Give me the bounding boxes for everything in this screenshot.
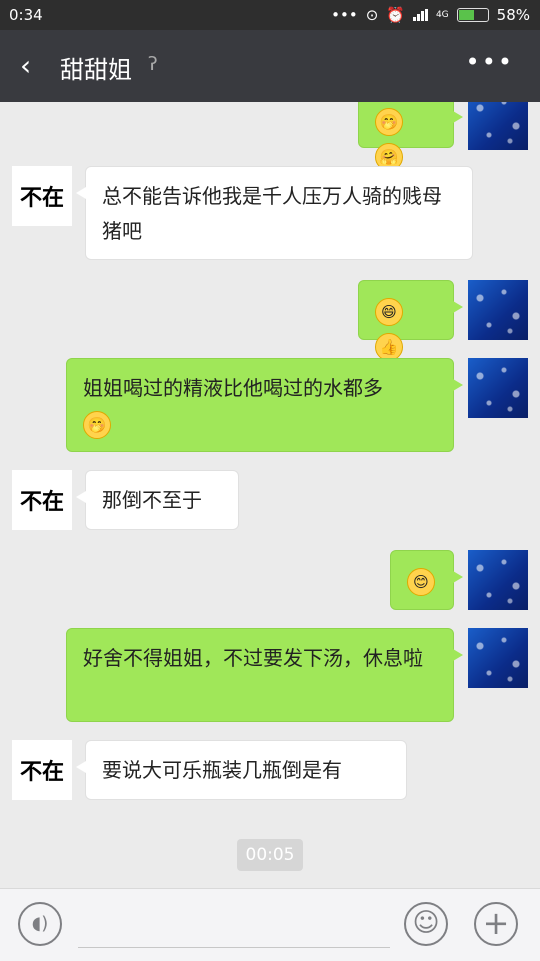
message-bubble[interactable]: 好舍不得姐姐，不过要发下汤，休息啦 xyxy=(66,628,463,722)
emoji-icon: 🤭 xyxy=(375,107,403,136)
more-notifications-icon: ••• xyxy=(331,6,358,24)
message-input[interactable] xyxy=(78,947,390,948)
my-avatar[interactable] xyxy=(468,628,528,688)
timestamp-label: 00:05 xyxy=(237,839,303,871)
plus-icon[interactable]: + xyxy=(474,902,518,946)
chat-header: ‹ 甜甜姐 ʔ ••• xyxy=(0,30,540,102)
my-avatar[interactable] xyxy=(468,280,528,340)
my-avatar[interactable] xyxy=(468,358,528,418)
my-avatar[interactable] xyxy=(468,102,528,150)
message-bubble[interactable]: 要说大可乐瓶装几瓶倒是有 xyxy=(76,740,407,800)
back-icon[interactable]: ‹ xyxy=(20,52,31,80)
my-avatar[interactable] xyxy=(468,550,528,610)
contact-avatar[interactable]: 不在 xyxy=(12,470,72,530)
status-time: 0:34 xyxy=(9,6,43,24)
status-bar: 0:34 ••• ⊙ ⏰ 4G 58% xyxy=(0,0,540,30)
emoji-button-icon[interactable]: ☺ xyxy=(404,902,448,946)
voice-icon[interactable]: ◖) xyxy=(18,902,62,946)
signal-icon xyxy=(412,9,428,21)
message-bubble[interactable]: 😄 👍 xyxy=(358,280,463,361)
alarm-icon: ⏰ xyxy=(386,6,405,24)
input-bar: ◖) ☺ + xyxy=(0,888,540,961)
emoji-icon: 🤭 xyxy=(83,410,111,439)
battery-percent: 58% xyxy=(496,6,530,24)
emoji-icon: 😊 xyxy=(407,567,435,596)
chat-title: 甜甜姐 xyxy=(60,56,132,84)
emoji-icon: 😄 xyxy=(375,297,403,326)
contact-avatar[interactable]: 不在 xyxy=(12,166,72,226)
message-bubble[interactable]: 总不能告诉他我是千人压万人骑的贱母猪吧 xyxy=(76,166,473,260)
network-label: 4G xyxy=(435,10,449,20)
message-text: 姐姐喝过的精液比他喝过的水都多 xyxy=(83,376,383,400)
message-bubble[interactable]: 😊 xyxy=(390,550,463,610)
message-bubble[interactable]: 姐姐喝过的精液比他喝过的水都多 🤭 xyxy=(66,358,463,452)
message-bubble[interactable]: 那倒不至于 xyxy=(76,470,239,530)
earpiece-mode-icon: ʔ xyxy=(148,53,158,75)
battery-icon xyxy=(456,8,489,22)
more-options-icon[interactable]: ••• xyxy=(466,48,514,76)
emoji-icon: 👍 xyxy=(375,332,403,361)
chat-area[interactable]: 🤭 🤗 不在 总不能告诉他我是千人压万人骑的贱母猪吧 😄 👍 姐姐喝过的精液比他… xyxy=(0,102,540,888)
contact-avatar[interactable]: 不在 xyxy=(12,740,72,800)
sync-icon: ⊙ xyxy=(365,6,379,24)
status-icons: ••• ⊙ ⏰ 4G 58% xyxy=(331,6,530,24)
message-bubble[interactable]: 🤭 🤗 xyxy=(358,102,463,171)
